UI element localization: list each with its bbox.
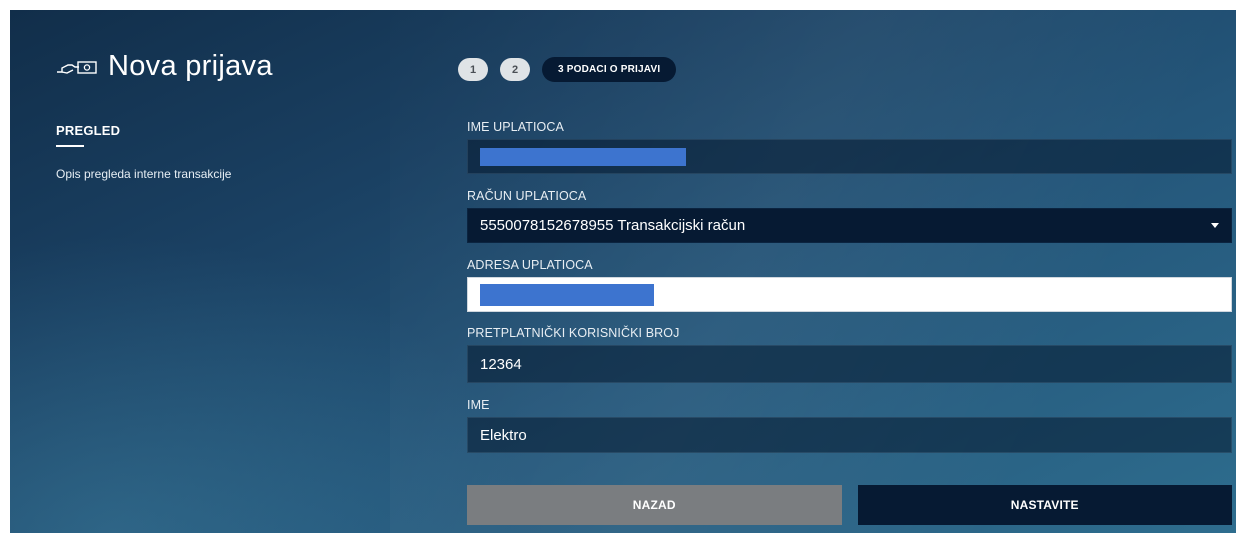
step-3-active: 3 PODACI O PRIJAVI [542,57,677,82]
redacted-value [480,283,654,306]
payer-address-label: ADRESA UPLATIOCA [467,258,593,272]
sidebar-title-underline [56,145,84,147]
form-actions: NAZAD NASTAVITE [467,485,1232,525]
chevron-down-icon [1211,223,1219,228]
payer-name-field[interactable] [467,139,1232,174]
hand-money-icon [56,57,98,77]
payer-account-select[interactable]: 5550078152678955 Transakcijski račun [467,208,1232,243]
name-label: IME [467,398,490,412]
name-value: Elektro [480,426,527,444]
step-2[interactable]: 2 [500,58,530,81]
step-indicator: 1 2 3 PODACI O PRIJAVI [458,57,677,82]
subscriber-number-value: 12364 [480,355,522,373]
back-button[interactable]: NAZAD [467,485,842,525]
subscriber-number-label: PRETPLATNIČKI KORISNIČKI BROJ [467,326,680,340]
registration-form: IME UPLATIOCA RAČUN UPLATIOCA 5550078152… [467,120,1232,453]
payer-account-value: 5550078152678955 Transakcijski račun [480,217,746,234]
name-field[interactable]: Elektro [467,417,1232,453]
step-1[interactable]: 1 [458,58,488,81]
page-title: Nova prijava [108,50,273,82]
payer-name-label: IME UPLATIOCA [467,120,564,134]
sidebar: PREGLED Opis pregleda interne transakcij… [56,123,231,181]
subscriber-number-field[interactable]: 12364 [467,345,1232,383]
sidebar-title: PREGLED [56,123,121,138]
payer-address-field[interactable] [467,277,1232,312]
redacted-value [480,147,686,166]
payer-account-label: RAČUN UPLATIOCA [467,189,587,203]
sidebar-description: Opis pregleda interne transakcije [56,167,232,181]
continue-button[interactable]: NASTAVITE [857,485,1232,525]
page-header: Nova prijava [56,50,273,83]
app-window: Nova prijava 1 2 3 PODACI O PRIJAVI PREG… [10,10,1236,533]
